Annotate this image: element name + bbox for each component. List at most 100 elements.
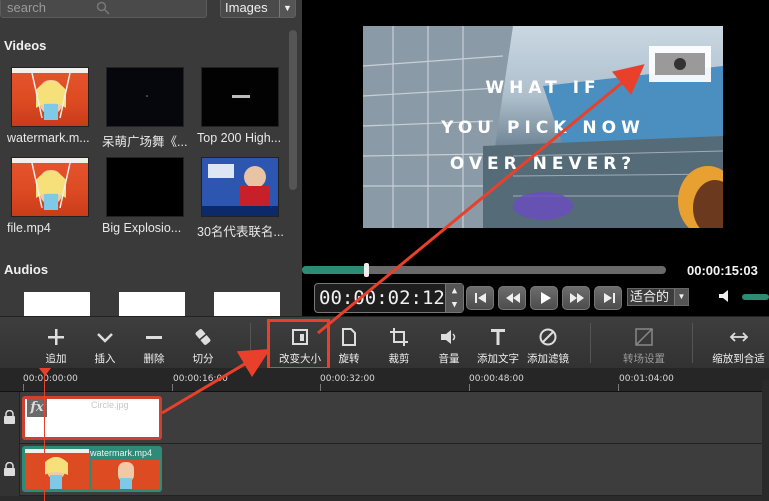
audio-thumb[interactable] <box>24 292 90 316</box>
track-header <box>0 392 20 444</box>
library-scrollbar[interactable] <box>289 30 297 190</box>
play-icon <box>541 292 551 304</box>
current-time: 00:00:02:12 <box>319 287 445 309</box>
audio-thumb[interactable] <box>119 292 185 316</box>
camera-icon <box>649 46 711 82</box>
video-thumb-label: 30名代表联名... <box>197 225 284 239</box>
skip-start-icon <box>475 293 486 303</box>
rotate-button[interactable]: 旋转 <box>323 317 375 369</box>
volume-icon[interactable] <box>718 289 734 303</box>
skip-end-icon <box>604 293 615 303</box>
crop-icon <box>390 328 408 346</box>
timeline-clip-video[interactable]: watermark.mp4 <box>22 446 162 492</box>
plus-icon <box>48 329 64 345</box>
text-icon <box>491 329 505 345</box>
volume-button[interactable]: 音量 <box>423 317 475 369</box>
rotate-icon <box>342 328 356 346</box>
zoom-fit-value: 适合的 <box>630 289 670 304</box>
lock-icon[interactable] <box>3 462 16 476</box>
ruler-tick <box>320 384 321 391</box>
volume-slider[interactable] <box>742 294 769 300</box>
clip-name: watermark.mp4 <box>90 448 153 458</box>
add-filter-button[interactable]: 添加滤镜 <box>520 317 576 369</box>
add-text-label: 添加文字 <box>477 353 519 365</box>
skip-to-end-button[interactable] <box>594 286 622 310</box>
media-type-select[interactable]: Images ▼ <box>220 0 296 18</box>
timeline-scrollbar[interactable] <box>762 380 769 501</box>
rewind-icon <box>506 293 520 303</box>
toolbar-divider <box>590 323 591 363</box>
clip-thumbnail <box>25 449 89 489</box>
video-thumb-top200[interactable] <box>201 67 279 127</box>
play-button[interactable] <box>530 286 558 310</box>
delete-button[interactable]: 删除 <box>128 317 180 369</box>
clip-thumbnail <box>92 460 160 489</box>
playhead-line[interactable] <box>44 368 45 501</box>
speaker-icon <box>441 330 456 344</box>
filter-icon <box>539 328 557 346</box>
ruler-tick <box>618 384 619 391</box>
search-icon[interactable] <box>96 1 110 15</box>
add-label: 追加 <box>45 353 67 365</box>
split-button[interactable]: 切分 <box>177 317 229 369</box>
overlay-text-line: YOU PICK NOW <box>441 118 645 138</box>
zoom-fit-select[interactable]: 适合的 ▼ <box>627 288 689 306</box>
lock-icon[interactable] <box>3 410 16 424</box>
video-thumb-square-dance[interactable] <box>106 67 184 127</box>
timeline-clip-image[interactable]: fx Circle.jpg <box>22 396 162 440</box>
video-thumb-file[interactable] <box>11 157 89 217</box>
playback-progress-bar[interactable] <box>302 263 666 277</box>
split-icon <box>195 329 211 345</box>
minus-icon <box>146 336 162 339</box>
skip-to-start-button[interactable] <box>466 286 494 310</box>
add-filter-label: 添加滤镜 <box>527 353 569 365</box>
ruler-tick-label: 00:00:32:00 <box>320 374 375 384</box>
video-thumb-label: watermark.m... <box>7 131 90 145</box>
videos-section-title: Videos <box>4 38 47 53</box>
timecode-stepper[interactable]: ▲ ▼ <box>445 284 463 312</box>
add-text-button[interactable]: 添加文字 <box>470 317 526 369</box>
video-thumb-watermark[interactable] <box>11 67 89 127</box>
rewind-button[interactable] <box>498 286 526 310</box>
timeline-ruler[interactable]: 00:00:00:00 00:00:16:00 00:00:32:00 00:0… <box>0 368 769 392</box>
preview-panel: WHAT IF YOU PICK NOW OVER NEVER? 00:00:1… <box>302 0 769 316</box>
resize-highlight-box <box>267 319 330 370</box>
crop-button[interactable]: 裁剪 <box>373 317 425 369</box>
media-type-value: Images <box>225 0 268 15</box>
ruler-tick-label: 00:00:48:00 <box>469 374 524 384</box>
ruler-tick <box>23 384 24 391</box>
toolbar-divider <box>250 323 251 363</box>
ruler-tick-label: 00:01:04:00 <box>619 374 674 384</box>
zoom-to-fit-button[interactable]: 缩放到合适 <box>708 317 769 369</box>
video-thumb-big-explosion[interactable] <box>106 157 184 217</box>
video-thumb-news[interactable] <box>201 157 279 217</box>
media-library: search Images ▼ Videos watermark.m... 呆萌广… <box>0 0 302 316</box>
transition-settings-button[interactable]: 转场设置 <box>614 317 674 369</box>
zoom-to-fit-label: 缩放到合适 <box>712 353 765 365</box>
fast-forward-icon <box>570 293 584 303</box>
edit-toolbar: 追加 插入 删除 切分 改变大小 旋转 裁剪 音量 添加文字 添加滤镜 转场设置 <box>0 316 769 368</box>
playhead-marker[interactable] <box>39 368 51 376</box>
fast-forward-button[interactable] <box>562 286 590 310</box>
zoom-fit-icon <box>729 332 748 342</box>
delete-label: 删除 <box>143 353 165 365</box>
insert-button[interactable]: 插入 <box>79 317 131 369</box>
timecode-field[interactable]: 00:00:02:12 ▲ ▼ <box>314 283 464 313</box>
audios-section-title: Audios <box>4 262 49 277</box>
track-header <box>0 444 20 496</box>
video-thumb-label: Big Explosio... <box>102 221 182 235</box>
chevron-down-icon <box>97 333 113 343</box>
video-thumb-label: file.mp4 <box>7 221 51 235</box>
video-thumb-label: 呆萌广场舞《... <box>102 135 188 149</box>
video-thumb-label: Top 200 High... <box>197 131 282 145</box>
total-duration: 00:00:15:03 <box>687 263 758 278</box>
chevron-down-icon: ▼ <box>279 0 295 17</box>
ruler-tick <box>469 384 470 391</box>
audio-thumb[interactable] <box>214 292 280 316</box>
volume-label: 音量 <box>438 353 460 365</box>
progress-knob[interactable] <box>363 263 369 277</box>
add-button[interactable]: 追加 <box>30 317 82 369</box>
progress-fill <box>302 266 368 274</box>
crop-label: 裁剪 <box>388 353 410 365</box>
transition-settings-label: 转场设置 <box>623 353 665 365</box>
